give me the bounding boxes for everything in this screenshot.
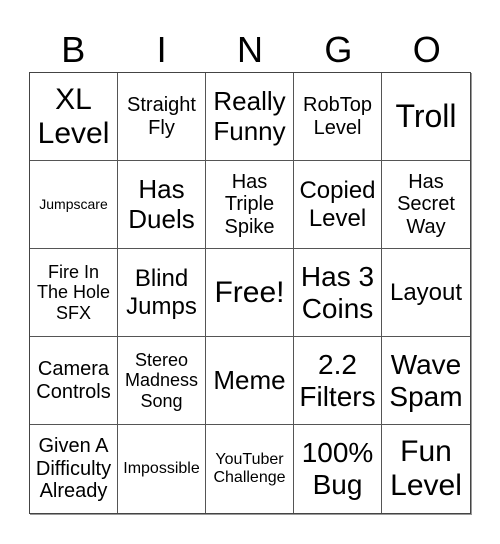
bingo-header: B I N G O	[29, 28, 471, 72]
bingo-cell[interactable]: Meme	[206, 337, 294, 425]
bingo-cell[interactable]: 2.2 Filters	[294, 337, 382, 425]
bingo-cell[interactable]: Camera Controls	[30, 337, 118, 425]
header-letter-n: N	[236, 29, 263, 70]
bingo-cell[interactable]: Fire In The Hole SFX	[30, 249, 118, 337]
header-letter-o: O	[412, 29, 441, 70]
bingo-cell[interactable]: Has Secret Way	[382, 161, 470, 249]
bingo-cell[interactable]: Impossible	[118, 425, 206, 513]
bingo-cell[interactable]: Has Duels	[118, 161, 206, 249]
bingo-cell[interactable]: Copied Level	[294, 161, 382, 249]
bingo-cell[interactable]: Blind Jumps	[118, 249, 206, 337]
bingo-cell[interactable]: YouTuber Challenge	[206, 425, 294, 513]
bingo-cell[interactable]: Fun Level	[382, 425, 470, 513]
bingo-cell[interactable]: Layout	[382, 249, 470, 337]
bingo-cell[interactable]: XL Level	[30, 73, 118, 161]
bingo-cell[interactable]: Troll	[382, 73, 470, 161]
bingo-cell[interactable]: 100% Bug	[294, 425, 382, 513]
bingo-cell[interactable]: Straight Fly	[118, 73, 206, 161]
bingo-cell[interactable]: Stereo Madness Song	[118, 337, 206, 425]
bingo-cell[interactable]: Has 3 Coins	[294, 249, 382, 337]
header-letter-i: I	[156, 29, 167, 70]
bingo-cell[interactable]: Given A Difficulty Already	[30, 425, 118, 513]
header-letter-g: G	[324, 29, 353, 70]
bingo-cell[interactable]: Jumpscare	[30, 161, 118, 249]
bingo-grid: XL Level Straight Fly Really Funny RobTo…	[29, 72, 471, 514]
free-space[interactable]: Free!	[206, 249, 294, 337]
header-letter-b: B	[61, 29, 86, 70]
bingo-cell[interactable]: RobTop Level	[294, 73, 382, 161]
bingo-cell[interactable]: Has Triple Spike	[206, 161, 294, 249]
bingo-cell[interactable]: Really Funny	[206, 73, 294, 161]
bingo-cell[interactable]: Wave Spam	[382, 337, 470, 425]
